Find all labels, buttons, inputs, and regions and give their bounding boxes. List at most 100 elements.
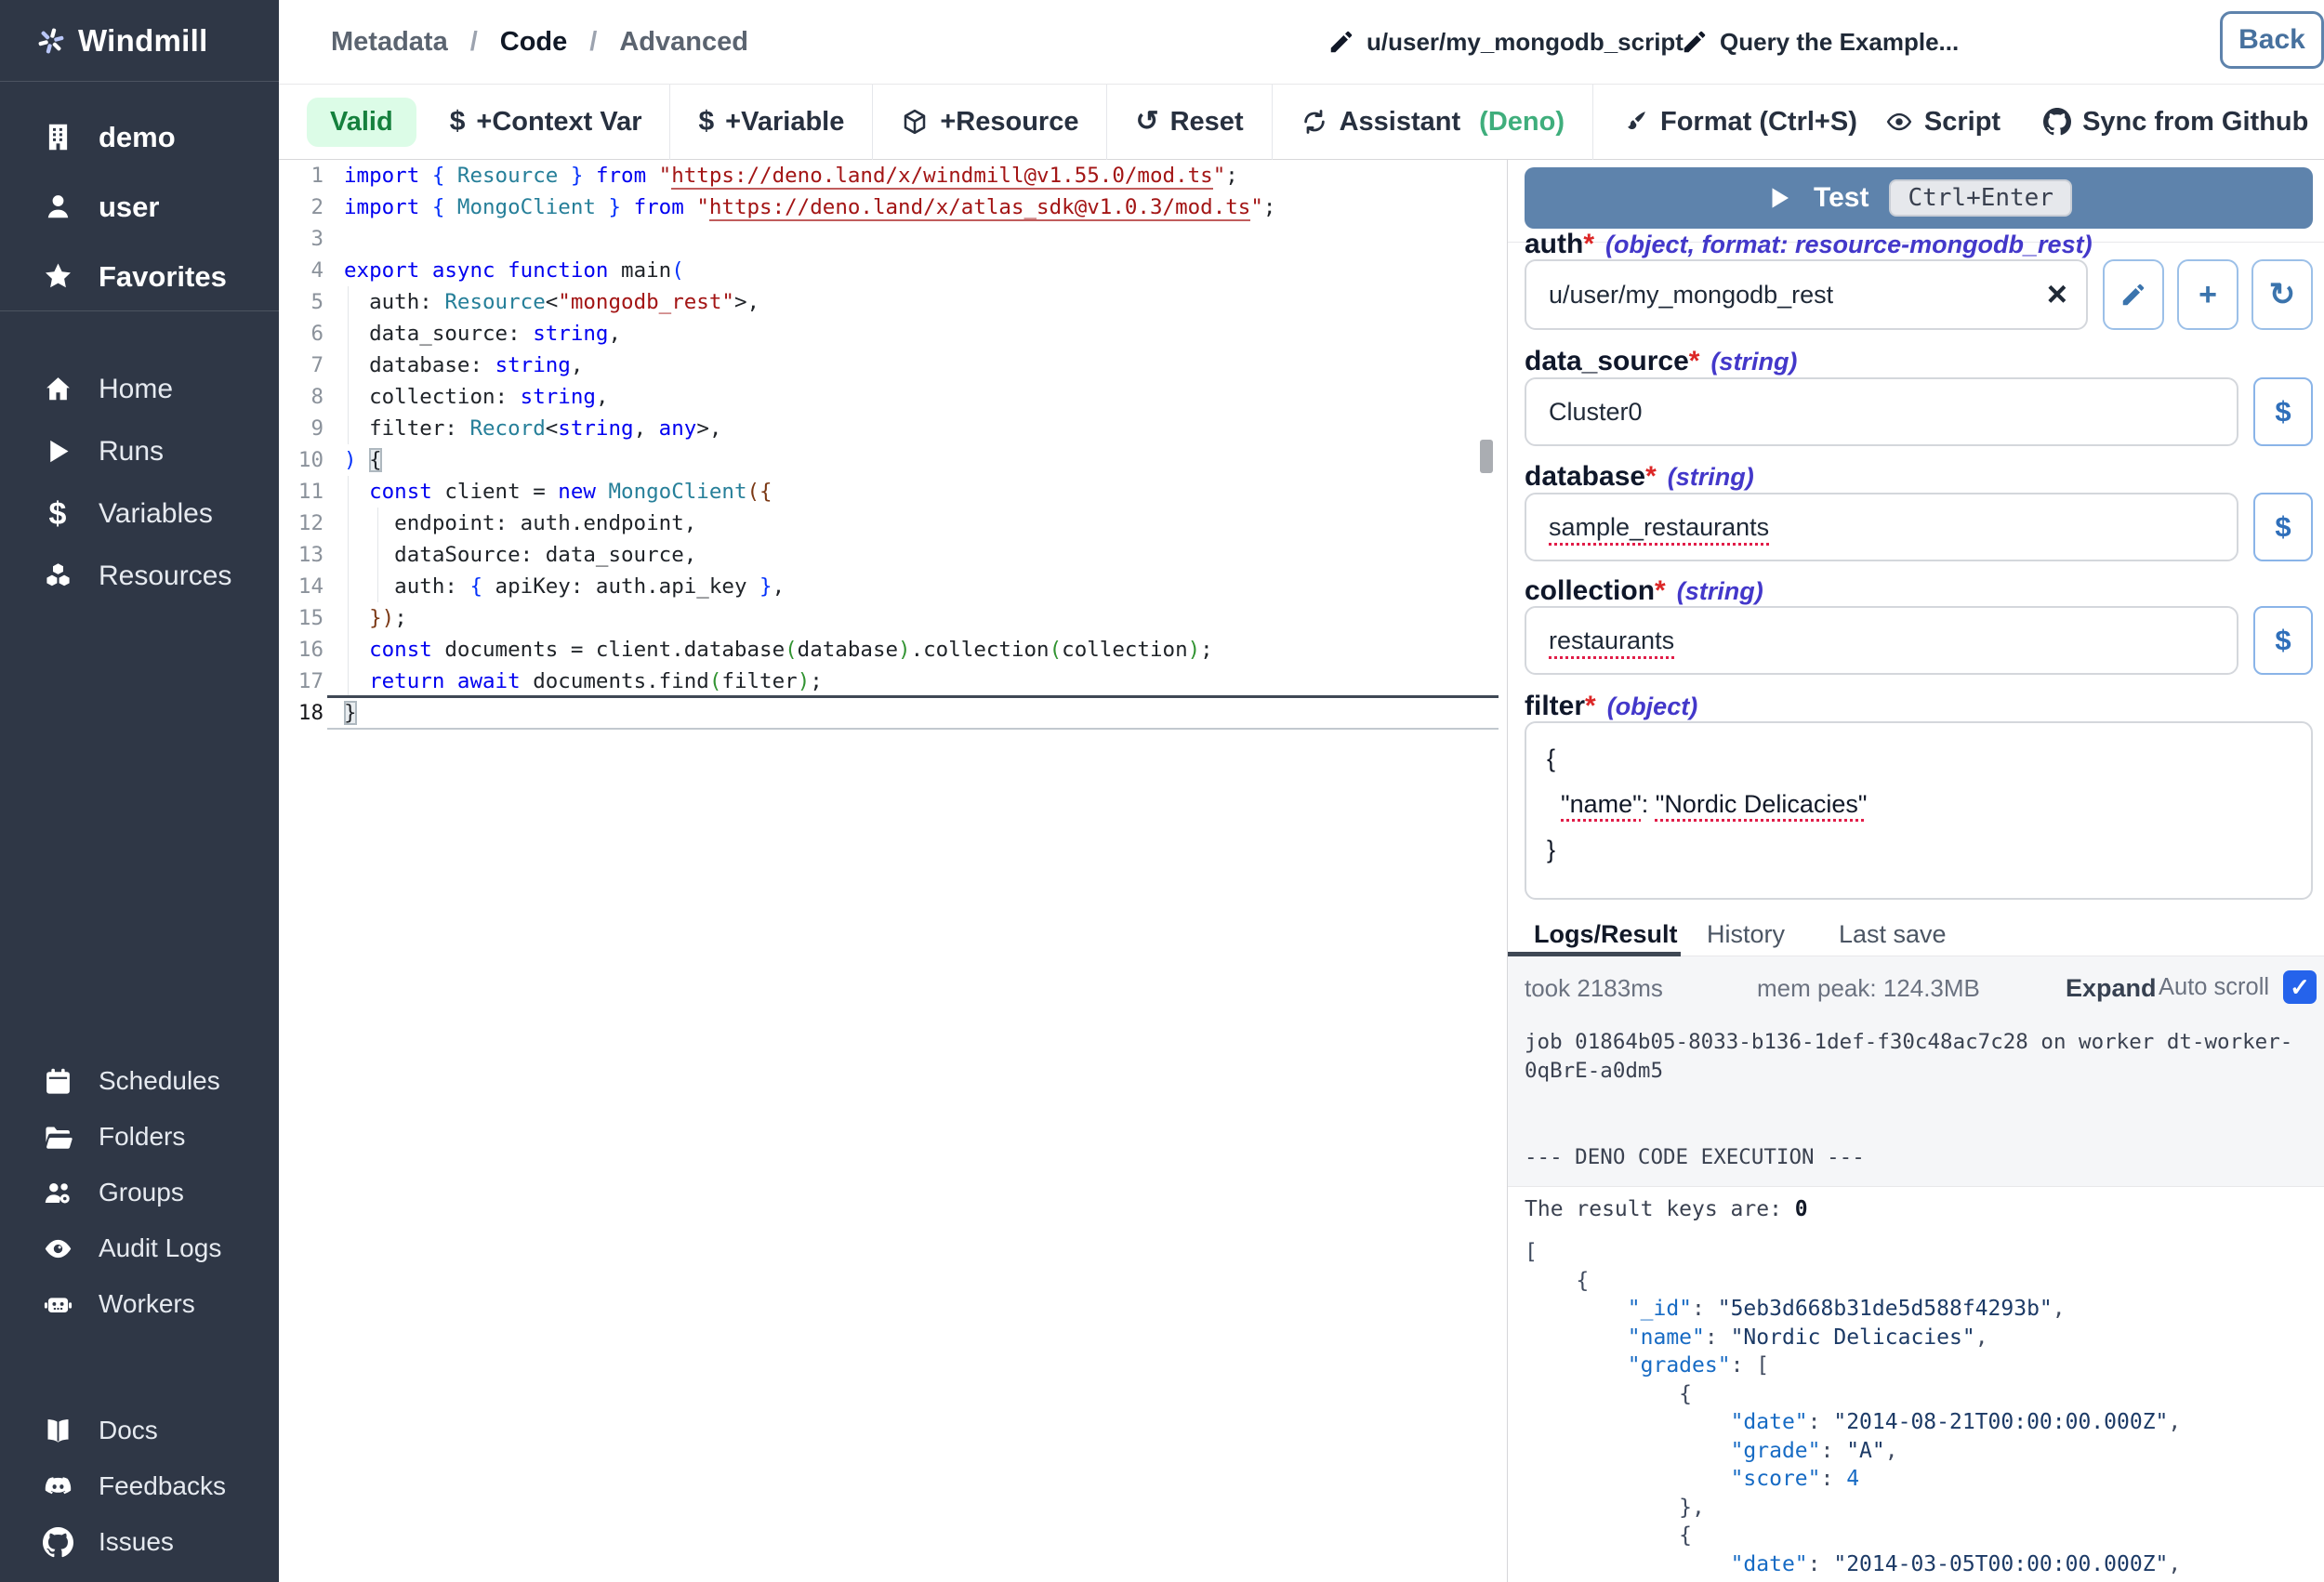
script-path: u/user/my_mongodb_script [1367, 28, 1684, 57]
tab-advanced[interactable]: Advanced [619, 27, 748, 58]
sidebar-item-demo[interactable]: demo [0, 102, 279, 172]
database-input[interactable]: sample_restaurants [1525, 493, 2238, 561]
job-log-output: job 01864b05-8033-b136-1def-f30c48ac7c28… [1525, 1028, 2298, 1172]
windmill-logo-icon [37, 27, 65, 55]
code-line [344, 223, 1476, 255]
add-context-var-button[interactable]: $ +Context Var [422, 85, 670, 159]
database-var-picker-button[interactable]: $ [2253, 493, 2313, 561]
script-view-button[interactable]: Script [1885, 107, 2000, 138]
collection-field-label: collection*(string) [1525, 575, 1763, 607]
sidebar-item-home[interactable]: Home [0, 358, 279, 420]
collection-input[interactable]: restaurants [1525, 606, 2238, 675]
breadcrumb-separator: / [470, 27, 478, 58]
assistant-refresh-icon [1301, 108, 1328, 136]
code-line: export async function main( [344, 255, 1476, 286]
reset-button[interactable]: ↺ Reset [1107, 85, 1271, 159]
sidebar-item-user[interactable]: user [0, 172, 279, 242]
collection-var-picker-button[interactable]: $ [2253, 606, 2313, 675]
sidebar-account-group: demo user Favorites [0, 102, 279, 311]
line-number: 14 [279, 571, 324, 602]
line-number: 2 [279, 191, 324, 223]
sidebar-item-label: Schedules [99, 1066, 220, 1096]
pencil-icon [1681, 28, 1709, 56]
sidebar-item-variables[interactable]: $Variables [0, 482, 279, 545]
line-number: 12 [279, 508, 324, 539]
code-line: return await documents.find(filter); [344, 666, 1476, 697]
add-resource-button[interactable]: +Resource [873, 85, 1106, 159]
code-line: "date": "2014-08-21T00:00:00.000Z", [1525, 1408, 2181, 1437]
line-number: 6 [279, 318, 324, 349]
sidebar-item-schedules[interactable]: Schedules [0, 1053, 279, 1109]
sidebar-item-docs[interactable]: Docs [0, 1403, 279, 1458]
sidebar-item-workers[interactable]: Workers [0, 1276, 279, 1332]
sidebar-item-label: user [99, 191, 159, 224]
code-editor[interactable]: 123456789101112131415161718 import { Res… [279, 160, 1499, 1582]
add-resource-button-panel[interactable]: + [2177, 259, 2238, 330]
dollar-icon: $ [450, 108, 466, 136]
line-number: 3 [279, 223, 324, 255]
sidebar-item-label: Workers [99, 1289, 195, 1319]
script-path-edit[interactable]: u/user/my_mongodb_script [1327, 0, 1684, 84]
database-field-label: database*(string) [1525, 461, 1754, 493]
code-line: "name": "Nordic Delicacies" [1547, 782, 2311, 827]
sidebar-item-resources[interactable]: Resources [0, 545, 279, 607]
code-line: }, [1525, 1494, 2181, 1523]
sidebar-item-audit-logs[interactable]: Audit Logs [0, 1220, 279, 1276]
auto-scroll-label: Auto scroll [2159, 974, 2269, 1001]
sidebar-item-issues[interactable]: Issues [0, 1514, 279, 1570]
reset-icon: ↺ [1135, 108, 1158, 136]
groups-icon [41, 1176, 74, 1209]
sidebar-item-label: Runs [99, 436, 164, 468]
clear-resource-icon[interactable]: × [2047, 277, 2067, 312]
windmill-app: Windmill demo user Favorites Home Runs $Vari… [0, 0, 2324, 1582]
script-summary-edit[interactable]: Query the Example... [1681, 0, 1959, 84]
sidebar-item-feedbacks[interactable]: Feedbacks [0, 1458, 279, 1514]
code-line: auth: { apiKey: auth.api_key }, [344, 571, 1476, 602]
sidebar-divider [0, 310, 279, 311]
windmill-brand[interactable]: Windmill [0, 0, 279, 82]
assistant-button[interactable]: Assistant (Deno) [1273, 85, 1592, 159]
sidebar-admin-nav: Schedules FoldersGroupsAudit Logs Workers [0, 1053, 279, 1332]
tab-logs-result[interactable]: Logs/Result [1534, 920, 1678, 949]
line-number: 13 [279, 539, 324, 571]
code-line: { [1525, 1522, 2181, 1550]
filter-json-editor[interactable]: { "name": "Nordic Delicacies"} [1525, 721, 2313, 900]
code-line: collection: string, [344, 381, 1476, 413]
test-button[interactable]: Test Ctrl+Enter [1525, 167, 2313, 229]
refresh-resource-button[interactable]: ↻ [2251, 259, 2313, 330]
line-number: 4 [279, 255, 324, 286]
home-icon [41, 373, 74, 406]
duration-stat: took 2183ms [1525, 974, 1663, 1003]
script-summary: Query the Example... [1720, 28, 1959, 57]
tab-last-save[interactable]: Last save [1839, 920, 1947, 949]
tab-code[interactable]: Code [500, 27, 568, 58]
line-number: 16 [279, 634, 324, 666]
data-source-var-picker-button[interactable]: $ [2253, 377, 2313, 446]
code-line: "score": 4 [1525, 1465, 2181, 1494]
back-button[interactable]: Back [2220, 11, 2324, 69]
code-line: auth: Resource<"mongodb_rest">, [344, 286, 1476, 318]
sidebar-item-folders[interactable]: Folders [0, 1109, 279, 1165]
data-source-input[interactable]: Cluster0 [1525, 377, 2238, 446]
format-button[interactable]: Format (Ctrl+S) [1593, 85, 1885, 159]
star-icon [41, 260, 74, 294]
sidebar-item-runs[interactable]: Runs [0, 420, 279, 482]
tab-metadata[interactable]: Metadata [331, 27, 448, 58]
editor-scrollbar-thumb[interactable] [1480, 440, 1493, 473]
sidebar: Windmill demo user Favorites Home Runs $Vari… [0, 0, 279, 1582]
edit-resource-button[interactable] [2103, 259, 2164, 330]
expand-button[interactable]: Expand [2066, 974, 2157, 1003]
folder-icon [41, 1120, 74, 1154]
tab-history[interactable]: History [1707, 920, 1785, 949]
auto-scroll-checkbox[interactable]: ✓ [2283, 970, 2317, 1004]
code-line: "_id": "5eb3d668b31de5d588f4293b", [1525, 1295, 2181, 1324]
sidebar-main-nav: Home Runs $VariablesResources [0, 358, 279, 607]
code-line: } [344, 697, 1476, 729]
add-variable-button[interactable]: $ +Variable [670, 85, 872, 159]
pencil-icon [2119, 281, 2147, 309]
discord-icon [41, 1470, 74, 1503]
sync-from-github-button[interactable]: Sync from Github [2043, 107, 2308, 138]
auth-resource-input[interactable]: u/user/my_mongodb_rest × [1525, 259, 2088, 330]
sidebar-item-favorites[interactable]: Favorites [0, 242, 279, 311]
sidebar-item-groups[interactable]: Groups [0, 1165, 279, 1220]
